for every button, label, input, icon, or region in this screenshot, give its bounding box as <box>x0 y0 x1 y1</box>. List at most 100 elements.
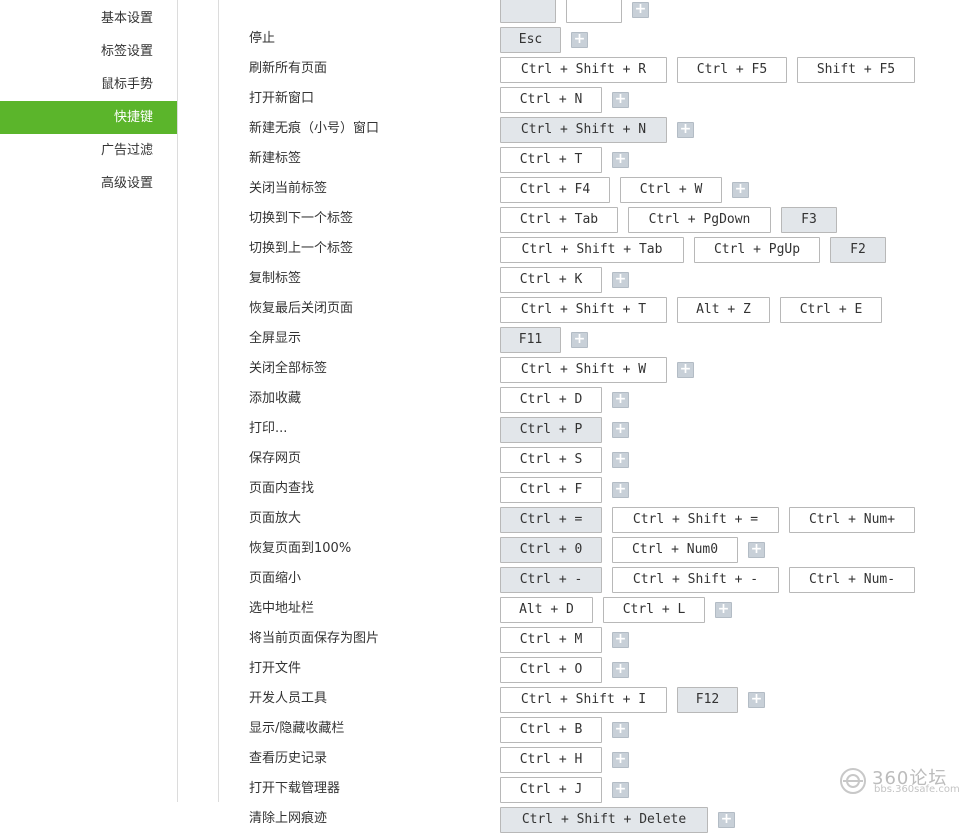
shortcut-key[interactable]: Ctrl + O <box>500 657 602 683</box>
add-shortcut-button[interactable]: + <box>612 722 629 738</box>
shortcut-key[interactable] <box>566 0 622 23</box>
add-shortcut-button[interactable]: + <box>612 92 629 108</box>
shortcut-key[interactable]: Ctrl + D <box>500 387 602 413</box>
add-shortcut-button[interactable]: + <box>732 182 749 198</box>
shortcut-label: 保存网页 <box>249 451 302 466</box>
add-shortcut-button[interactable]: + <box>612 782 629 798</box>
sidebar-item-4[interactable]: 广告过滤 <box>0 134 177 167</box>
shortcut-key[interactable] <box>500 0 556 23</box>
sidebar-item-5[interactable]: 高级设置 <box>0 167 177 200</box>
shortcut-label: 停止 <box>249 31 276 46</box>
sidebar-item-1[interactable]: 标签设置 <box>0 35 177 68</box>
shortcut-key[interactable]: F2 <box>830 237 886 263</box>
shortcut-label: 查看历史记录 <box>249 751 328 766</box>
shortcut-key[interactable]: Ctrl + Num- <box>789 567 915 593</box>
add-shortcut-button[interactable]: + <box>677 122 694 138</box>
shortcut-label: 页面放大 <box>249 511 302 526</box>
shortcut-row: 关闭全部标签 Ctrl + Shift + W + <box>219 354 959 384</box>
shortcut-row: 页面缩小 Ctrl + - Ctrl + Shift + - Ctrl + Num- <box>219 564 959 594</box>
shortcut-key[interactable]: Ctrl + Shift + = <box>612 507 779 533</box>
shortcut-label: 打印... <box>249 421 288 436</box>
shortcut-key[interactable]: Ctrl + PgUp <box>694 237 820 263</box>
watermark: 360论坛 bbs.360safe.com <box>838 764 968 798</box>
shortcut-key[interactable]: Ctrl + B <box>500 717 602 743</box>
add-shortcut-button[interactable]: + <box>612 272 629 288</box>
shortcut-key[interactable]: Ctrl + L <box>603 597 705 623</box>
shortcut-row: 选中地址栏 Alt + D Ctrl + L + <box>219 594 959 624</box>
shortcut-key[interactable]: F3 <box>781 207 837 233</box>
shortcut-key[interactable]: Ctrl + F5 <box>677 57 787 83</box>
add-shortcut-button[interactable]: + <box>612 392 629 408</box>
sidebar-item-0[interactable]: 基本设置 <box>0 2 177 35</box>
shortcut-key[interactable]: Ctrl + Shift + - <box>612 567 779 593</box>
shortcut-label: 新建标签 <box>249 151 302 166</box>
shortcut-row: 打开文件 Ctrl + O + <box>219 654 959 684</box>
shortcut-key[interactable]: Ctrl + J <box>500 777 602 803</box>
shortcut-key[interactable]: Ctrl + Shift + Tab <box>500 237 684 263</box>
shortcut-label: 新建无痕（小号）窗口 <box>249 121 380 136</box>
shortcut-label: 切换到上一个标签 <box>249 241 354 256</box>
shortcut-key[interactable]: Ctrl + F <box>500 477 602 503</box>
shortcut-label: 将当前页面保存为图片 <box>249 631 380 646</box>
shortcut-key[interactable]: Ctrl + K <box>500 267 602 293</box>
shortcut-key[interactable]: Ctrl + Shift + I <box>500 687 667 713</box>
shortcut-row: 复制标签 Ctrl + K + <box>219 264 959 294</box>
shortcut-key[interactable]: F12 <box>677 687 738 713</box>
shortcut-key[interactable]: Ctrl + = <box>500 507 602 533</box>
shortcut-row: 打印... Ctrl + P + <box>219 414 959 444</box>
shortcut-key[interactable]: Ctrl + Num+ <box>789 507 915 533</box>
shortcut-key[interactable]: Ctrl + P <box>500 417 602 443</box>
shortcut-key[interactable]: Ctrl + T <box>500 147 602 173</box>
shortcut-key[interactable]: Ctrl + E <box>780 297 882 323</box>
shortcut-label: 显示/隐藏收藏栏 <box>249 721 345 736</box>
shortcut-key[interactable]: Ctrl + Shift + R <box>500 57 667 83</box>
shortcut-key[interactable]: Ctrl + Shift + N <box>500 117 667 143</box>
shortcut-key[interactable]: Ctrl + S <box>500 447 602 473</box>
shortcut-row: 开发人员工具 Ctrl + Shift + I F12 + <box>219 684 959 714</box>
shortcut-key[interactable]: Ctrl + 0 <box>500 537 602 563</box>
add-shortcut-button[interactable]: + <box>748 542 765 558</box>
watermark-url: bbs.360safe.com <box>874 784 960 795</box>
shortcut-key[interactable]: Alt + Z <box>677 297 770 323</box>
shortcut-key[interactable]: Ctrl + PgDown <box>628 207 771 233</box>
shortcut-key[interactable]: Shift + F5 <box>797 57 915 83</box>
shortcut-key[interactable]: F11 <box>500 327 561 353</box>
add-shortcut-button[interactable]: + <box>571 32 588 48</box>
add-shortcut-button[interactable]: + <box>677 362 694 378</box>
shortcut-row: 打开新窗口 Ctrl + N + <box>219 84 959 114</box>
shortcut-key[interactable]: Ctrl + M <box>500 627 602 653</box>
shortcut-key[interactable]: Ctrl + F4 <box>500 177 610 203</box>
shortcut-key[interactable]: Ctrl + N <box>500 87 602 113</box>
add-shortcut-button[interactable]: + <box>612 482 629 498</box>
add-shortcut-button[interactable]: + <box>612 662 629 678</box>
shortcut-label: 选中地址栏 <box>249 601 315 616</box>
shortcut-key[interactable]: Ctrl + Num0 <box>612 537 738 563</box>
add-shortcut-button[interactable]: + <box>571 332 588 348</box>
shortcut-key[interactable]: Esc <box>500 27 561 53</box>
shortcut-key[interactable]: Ctrl + Shift + T <box>500 297 667 323</box>
add-shortcut-button[interactable]: + <box>715 602 732 618</box>
shortcut-row: 切换到上一个标签 Ctrl + Shift + Tab Ctrl + PgUp F2 <box>219 234 959 264</box>
add-shortcut-button[interactable]: + <box>612 422 629 438</box>
shortcut-label: 添加收藏 <box>249 391 302 406</box>
shortcut-key[interactable]: Ctrl + Tab <box>500 207 618 233</box>
shortcut-key[interactable]: Ctrl + - <box>500 567 602 593</box>
shortcut-label: 页面内查找 <box>249 481 315 496</box>
add-shortcut-button[interactable]: + <box>612 452 629 468</box>
sidebar-item-2[interactable]: 鼠标手势 <box>0 68 177 101</box>
add-shortcut-button[interactable]: + <box>612 152 629 168</box>
add-shortcut-button[interactable]: + <box>748 692 765 708</box>
shortcut-key[interactable]: Ctrl + H <box>500 747 602 773</box>
shortcut-key[interactable]: Ctrl + Shift + W <box>500 357 667 383</box>
shortcut-key[interactable]: Ctrl + Shift + Delete <box>500 807 708 833</box>
shortcut-label: 恢复页面到100% <box>249 541 352 556</box>
shortcut-row: 新建无痕（小号）窗口 Ctrl + Shift + N + <box>219 114 959 144</box>
shortcut-key[interactable]: Ctrl + W <box>620 177 722 203</box>
shortcut-key[interactable]: Alt + D <box>500 597 593 623</box>
shortcut-label: 打开新窗口 <box>249 91 315 106</box>
sidebar-item-3[interactable]: 快捷键 <box>0 101 177 134</box>
add-shortcut-button[interactable]: + <box>718 812 735 828</box>
add-shortcut-button[interactable]: + <box>612 632 629 648</box>
add-shortcut-button[interactable]: + <box>612 752 629 768</box>
add-shortcut-button[interactable]: + <box>632 2 649 18</box>
